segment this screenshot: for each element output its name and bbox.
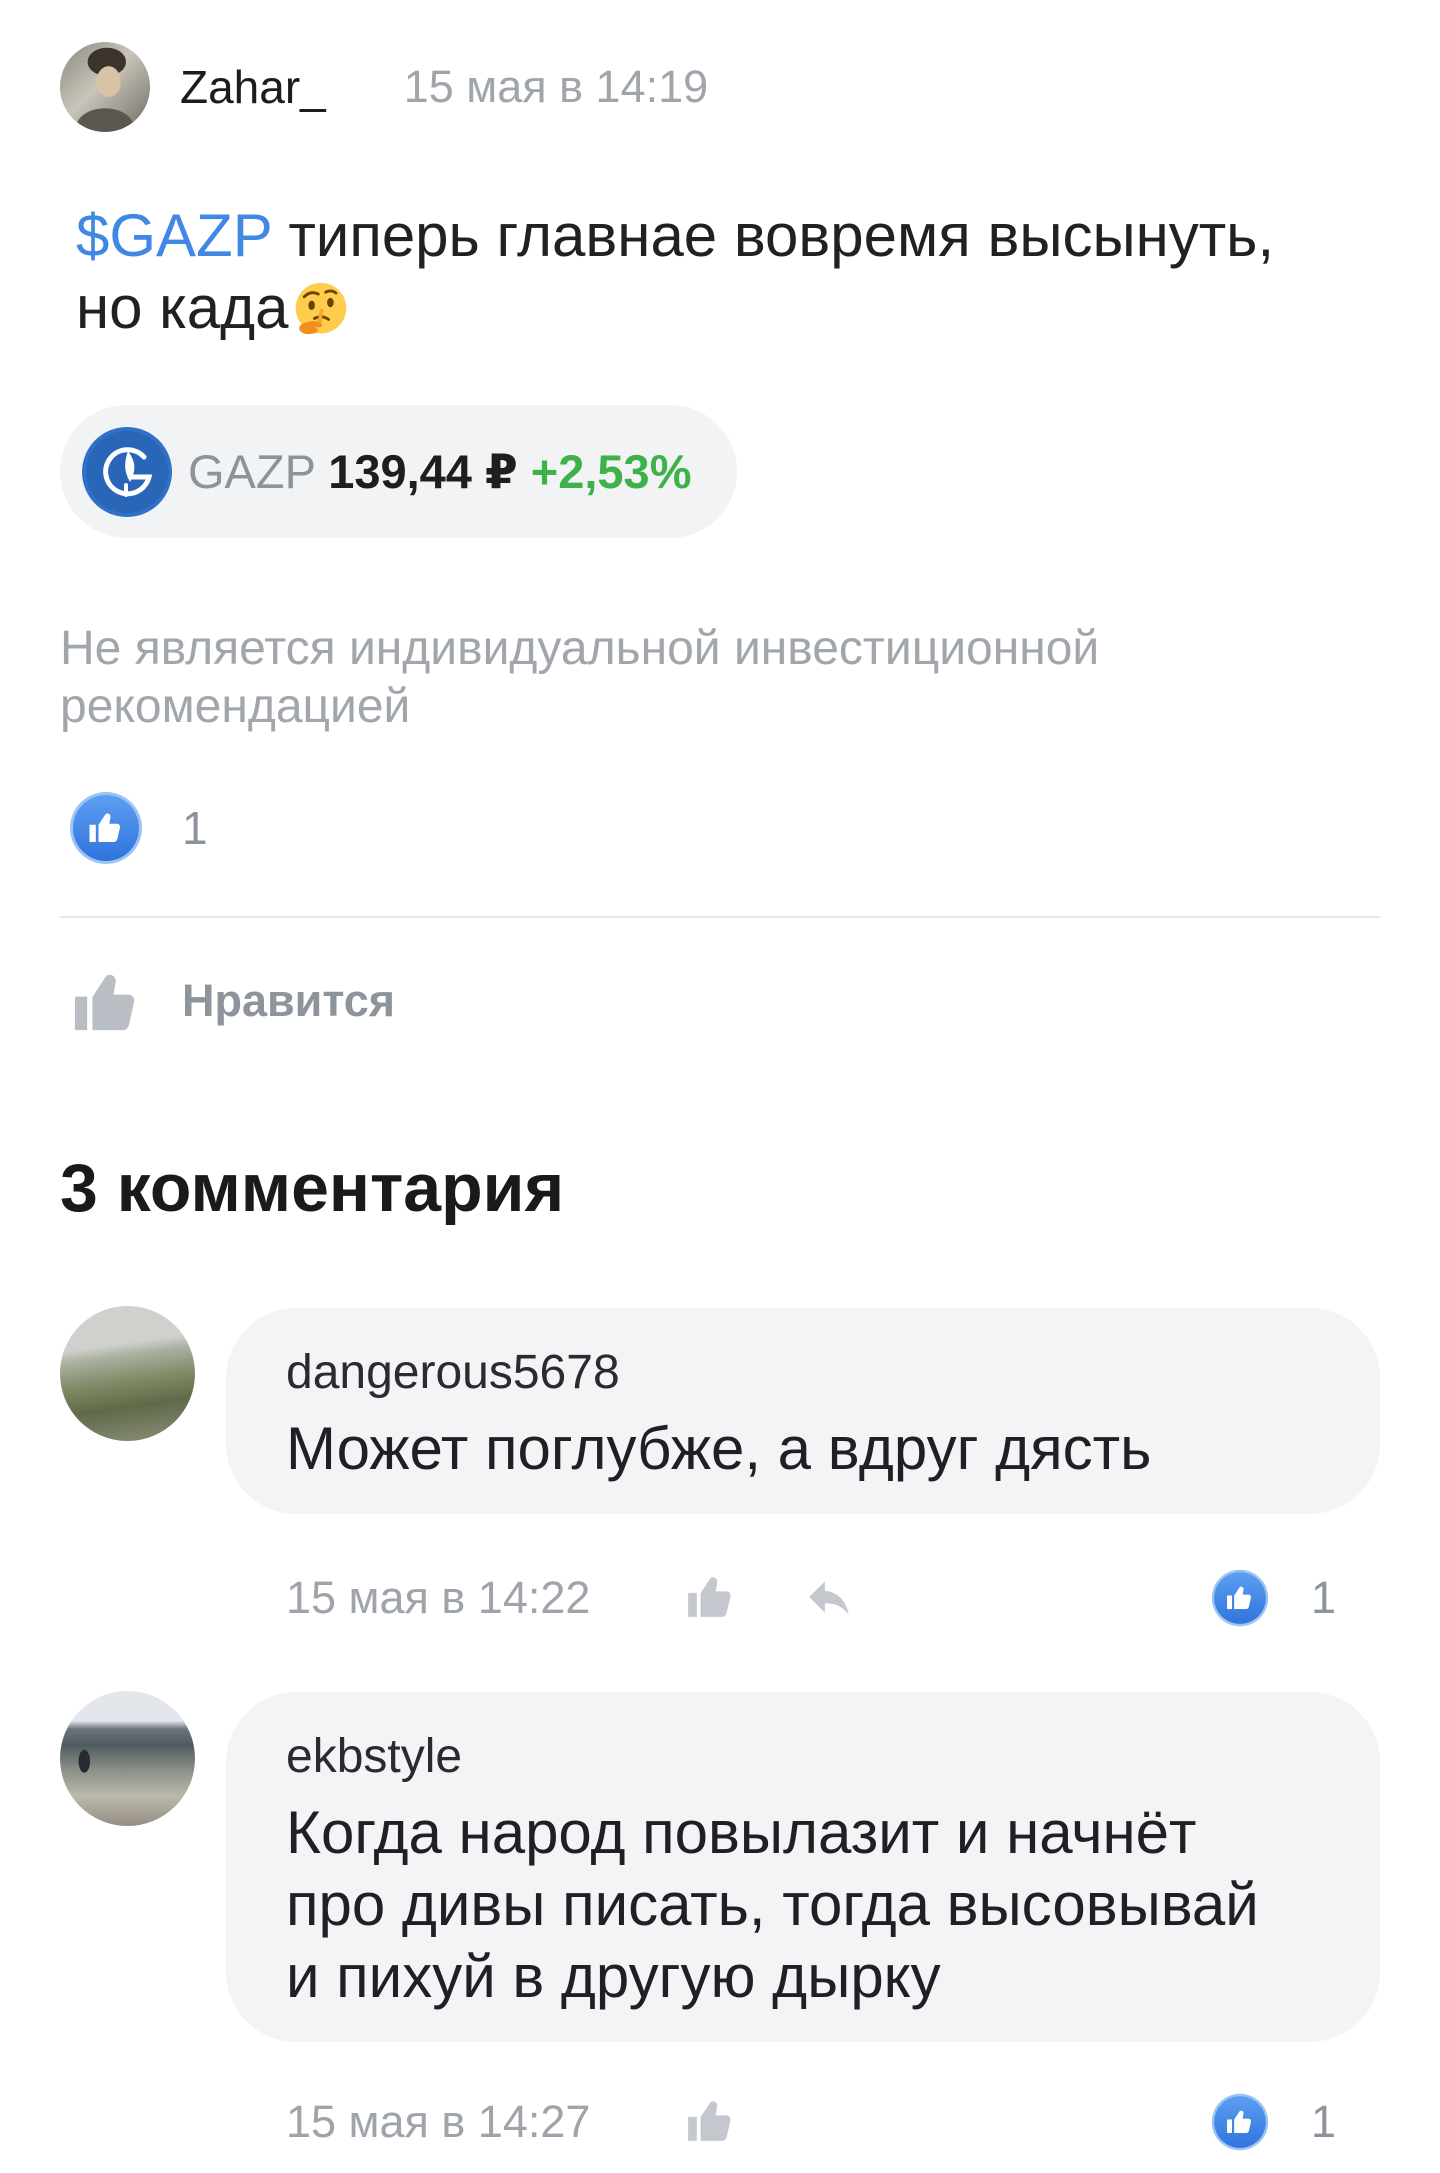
comment-bubble: dangerous5678 Может поглубже, а вдруг дя… [226, 1308, 1380, 1514]
thumb-up-icon[interactable] [686, 2095, 736, 2145]
comment-timestamp: 15 мая в 14:27 [286, 2096, 591, 2147]
comment-timestamp: 15 мая в 14:22 [286, 1572, 591, 1623]
reaction-count: 1 [182, 802, 208, 854]
instrument-ticker: GAZP [188, 444, 316, 498]
like-reaction-icon[interactable] [1211, 1569, 1269, 1627]
reply-icon[interactable] [804, 1573, 854, 1623]
thinking-face-emoji-icon [295, 282, 346, 335]
instrument-quote: GAZP 139,44 ₽ +2,53% [188, 444, 691, 500]
like-button-label: Нравится [182, 975, 396, 1026]
divider [60, 916, 1380, 918]
thumb-up-icon[interactable] [686, 1571, 736, 1621]
gazprom-logo-icon [82, 426, 172, 517]
instrument-chip[interactable]: GAZP 139,44 ₽ +2,53% [60, 405, 738, 538]
comment-like-count: 1 [1311, 2096, 1337, 2147]
comment-text: Может поглубже, а вдруг дясть [286, 1415, 1152, 1482]
comment-avatar[interactable] [60, 1306, 195, 1441]
ticker-tag-link[interactable]: $GAZP [76, 202, 272, 269]
comment-text: Когда народ повылазит и начнёт про дивы … [286, 1799, 1259, 2010]
like-reaction-icon[interactable] [1211, 2093, 1269, 2151]
comments-title: 3 комментария [60, 1150, 565, 1226]
instrument-change: +2,53% [530, 444, 692, 498]
comment-bubble: ekbstyle Когда народ повылазит и начнёт … [226, 1692, 1380, 2042]
instrument-price: 139,44 ₽ [328, 444, 518, 498]
post-header: Zahar_ 15 мая в 14:19 [60, 42, 708, 132]
author-name[interactable]: Zahar_ [180, 42, 326, 132]
post-timestamp: 15 мая в 14:19 [403, 61, 709, 112]
like-button[interactable]: Нравится [72, 966, 395, 1036]
comment-like-count: 1 [1311, 1572, 1337, 1623]
comment-author[interactable]: ekbstyle [286, 1729, 1288, 1785]
post-text: $GAZP типерь главнае вовремя высынуть, н… [76, 200, 1316, 344]
comment-author[interactable]: dangerous5678 [286, 1345, 1288, 1401]
author-avatar[interactable] [60, 42, 150, 132]
reactions-summary[interactable]: 1 [69, 791, 208, 865]
comment-avatar[interactable] [60, 1691, 195, 1826]
thumb-up-icon [74, 974, 135, 1031]
disclaimer: Не является индивидуальной инвестиционно… [60, 622, 1100, 733]
like-reaction-icon [70, 792, 142, 864]
